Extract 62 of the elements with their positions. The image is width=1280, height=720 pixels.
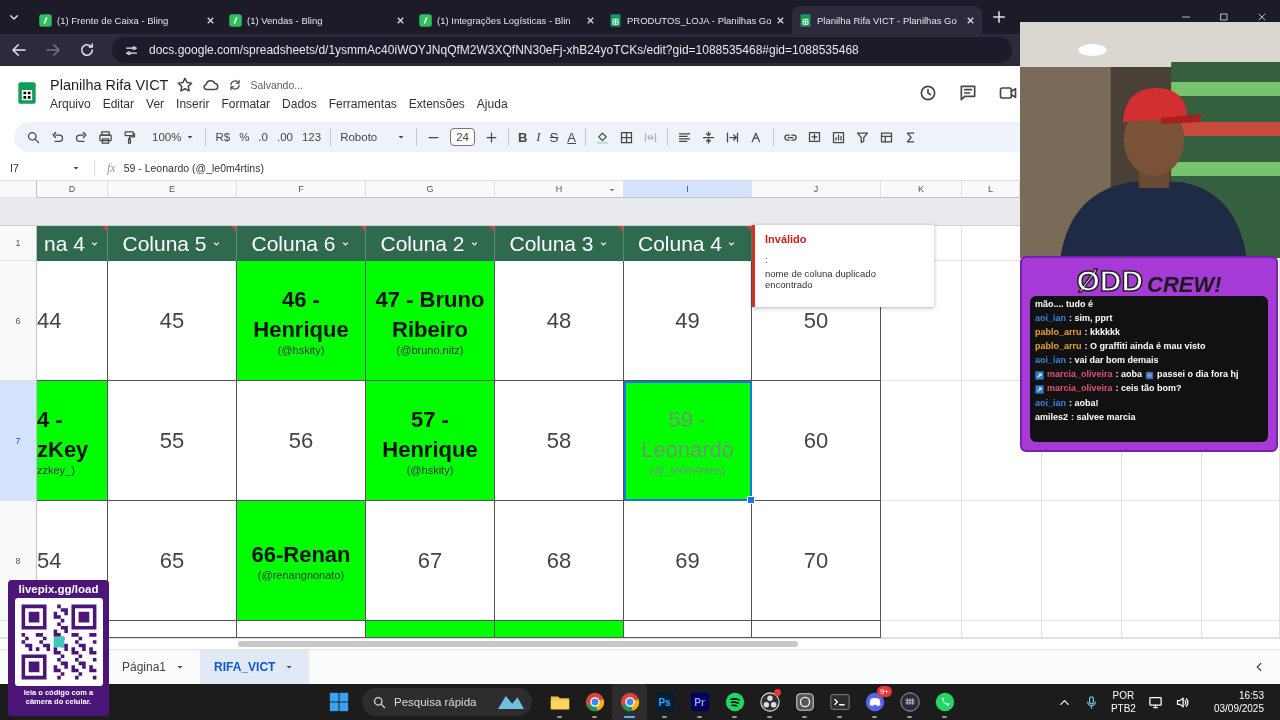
cell-text: 60 [803, 426, 829, 455]
cell-text: 56 [288, 426, 314, 455]
cell-text: 66-Renan [250, 540, 352, 569]
cell-text: 44 [37, 306, 62, 335]
cell-text: 59 - Leonardo [640, 405, 735, 464]
column-title: Coluna 4 [637, 231, 723, 256]
cell-handle: (@renangnonato) [257, 569, 345, 582]
chat-username: aoi_ian [1035, 313, 1066, 325]
cell-handle: (@bruno.nitz) [396, 344, 464, 357]
cell-text: 57 - Henrique [381, 405, 479, 464]
chat-username: pablo_arru [1035, 341, 1082, 353]
cell-text: 65 [159, 546, 185, 575]
column-title: Coluna 3 [509, 231, 594, 256]
column-title: Coluna 6 [251, 231, 336, 256]
app-label: Pr [694, 696, 705, 708]
chat-username: amiles2 [1035, 411, 1069, 424]
chat-message: : O graffiti ainda é mau visto [1084, 341, 1206, 353]
overlay-logo: CREW! [1147, 274, 1222, 296]
chat-username: aoi_ian [1035, 355, 1066, 367]
chat-username: pablo_arru [1035, 327, 1082, 339]
chat-username: marcia_oliveira [1047, 383, 1113, 396]
cell-text: 67 [417, 546, 443, 575]
popup-text: : [765, 254, 768, 265]
cell-handle: zzkey_) [37, 464, 75, 477]
column-title: Coluna 5 [122, 231, 207, 256]
url-text: docs.google.com/spreadsheets/d/1ysmmAc40iWOYJNqQfM2W3XQfNN30eFj-xhB24yoTCKs/edit?gid=1088535468#gid=1088535468 [149, 43, 859, 57]
cell-handle: (@hskity) [277, 344, 325, 357]
save-status: Salvando... [250, 78, 303, 91]
chat-message: : ceis tão bom? [1115, 383, 1182, 396]
chat-message: : aoba [1115, 369, 1143, 382]
column-title: na 4 [44, 231, 85, 256]
cell-text: 45 [159, 306, 185, 335]
chat-message: passei o dia fora hj [1157, 369, 1239, 382]
overlay-logo: ØDD [1076, 266, 1144, 296]
cell-text: 46 - Henrique [252, 285, 350, 344]
function-label: fx [107, 160, 116, 176]
chat-message: : salvee marcia [1071, 411, 1136, 424]
chat-username: aoi_ian [1035, 397, 1066, 410]
cell-text: 54 [37, 546, 62, 575]
column-title: Coluna 2 [380, 231, 465, 256]
cell-text: 48 [546, 306, 572, 335]
cell-text: 49 [675, 306, 700, 335]
cell-text: 69 [675, 546, 700, 575]
cell-text: 50 [803, 306, 829, 335]
cell-text: 58 [546, 426, 572, 455]
chat-username: marcia_oliveira [1047, 369, 1113, 382]
popup-title: Inválido [765, 233, 807, 245]
chat-message: : kkkkkk [1084, 327, 1121, 339]
chat-message: : sim, pprt [1069, 313, 1113, 325]
popup-message: nome de coluna duplicado encontrado [765, 268, 877, 290]
chat-message: : aoba! [1069, 397, 1099, 410]
cell-text: 68 [546, 546, 572, 575]
chat-message: mão.... tudo é [1035, 299, 1093, 311]
cell-handle: (@hskity) [406, 464, 454, 477]
cell-text: 47 - Bruno Ribeiro [375, 285, 485, 344]
cell-text: 55 [159, 426, 185, 455]
chat-message: : vai dar bom demais [1069, 355, 1159, 367]
app-label: Ps [658, 696, 671, 708]
cell-text: 70 [803, 546, 829, 575]
notification-badge: 9+ [876, 686, 892, 697]
cell-handle: (@_le0m4rtins) [649, 464, 726, 477]
cell-text: 4 - zKey [37, 405, 90, 464]
